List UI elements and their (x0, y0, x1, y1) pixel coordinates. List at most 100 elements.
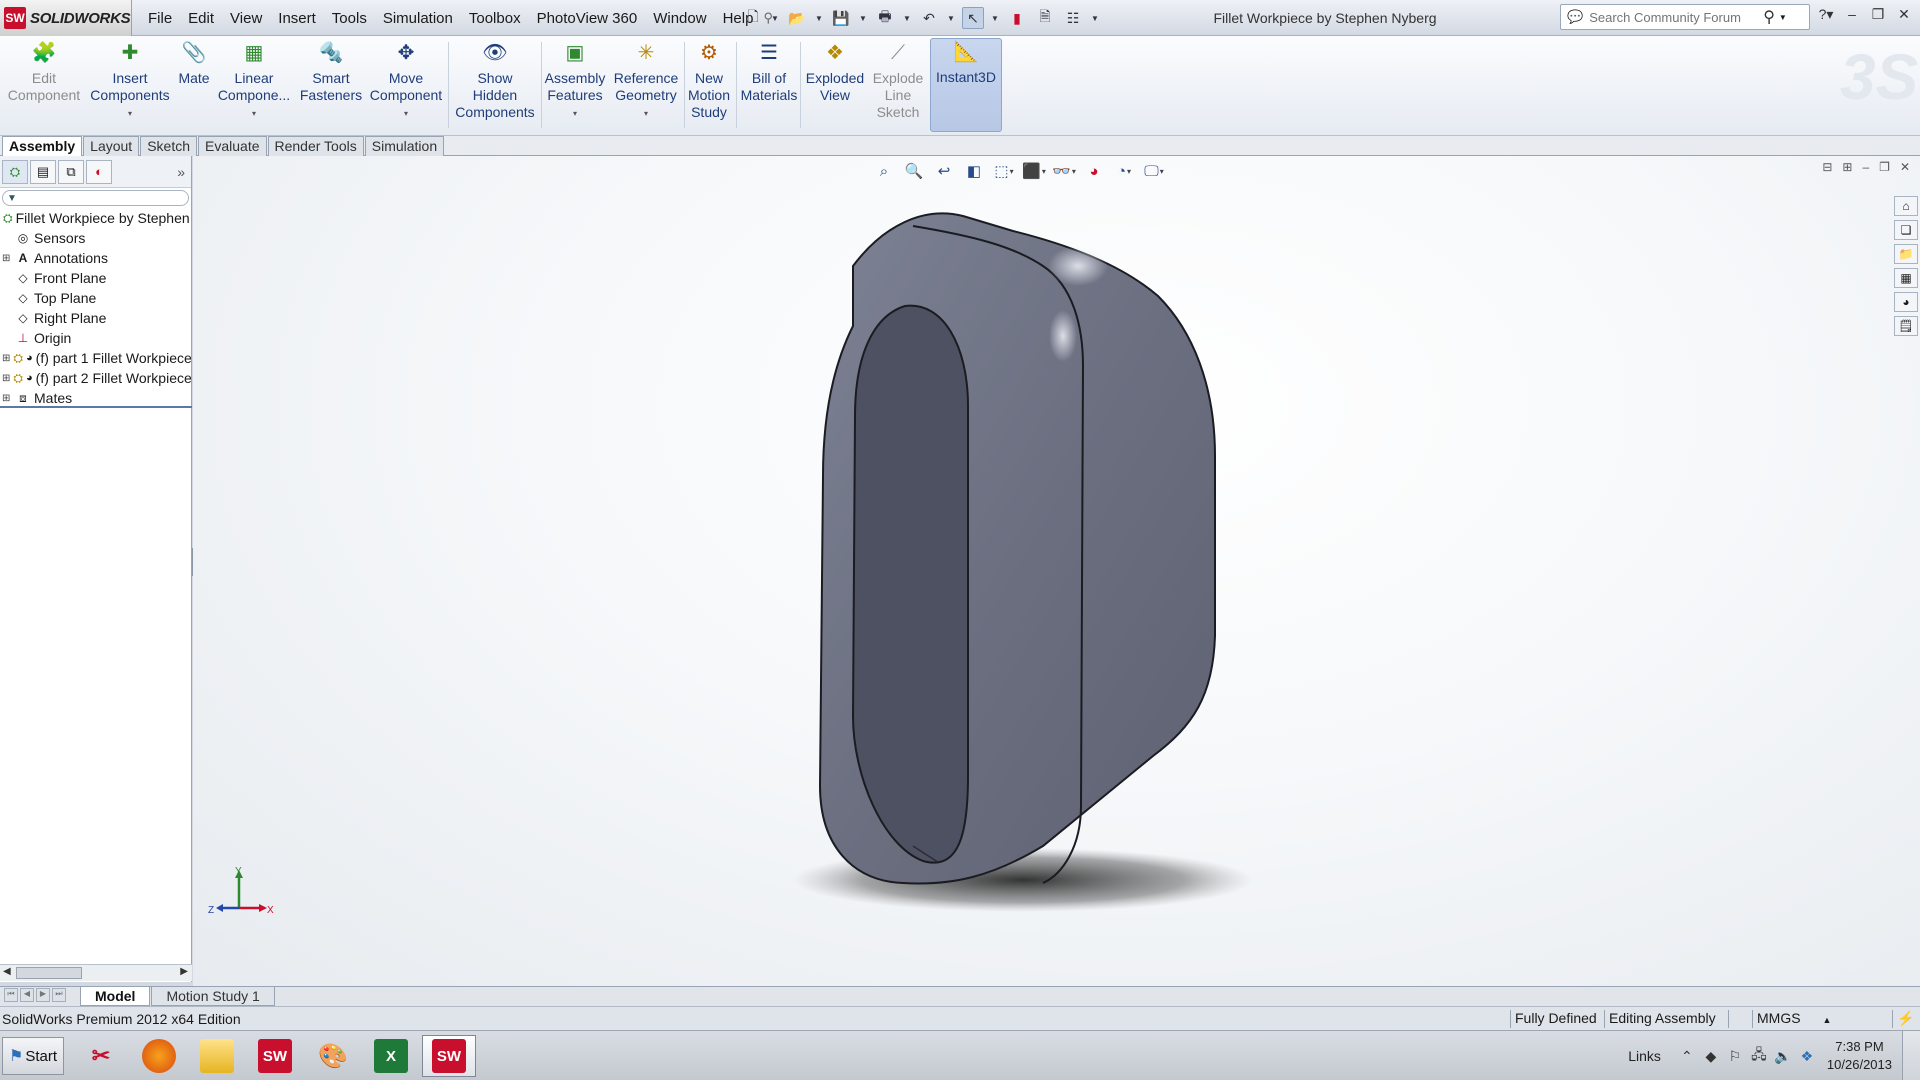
close-icon[interactable]: ✕ (1894, 4, 1914, 24)
options-icon[interactable]: ☷ (1062, 7, 1084, 29)
insert-components-button[interactable]: ✚ Insert Components ▾ (88, 40, 172, 132)
property-manager-icon[interactable]: ▤ (30, 159, 56, 184)
tab-render-tools[interactable]: Render Tools (267, 136, 364, 156)
tab-evaluate[interactable]: Evaluate (198, 136, 267, 156)
tree-item-sensors[interactable]: ◎ Sensors (0, 228, 191, 248)
taskbar-paint[interactable]: 🎨 (306, 1035, 360, 1077)
expand-plus-icon[interactable]: ⊞ (2, 253, 12, 264)
model-pocket[interactable] (851, 304, 969, 864)
save-icon[interactable]: 💾 (830, 7, 852, 29)
taskbar-solidworks-active[interactable]: SW (422, 1035, 476, 1077)
tree-root-assembly[interactable]: ⛭ Fillet Workpiece by Stephen Nyberg (0, 208, 191, 228)
search-input[interactable] (1589, 9, 1760, 25)
start-button[interactable]: ⚑ Start (2, 1037, 64, 1075)
new-dropdown-icon[interactable]: ▼ (770, 7, 780, 29)
menu-file[interactable]: File (140, 10, 180, 27)
file-properties-icon[interactable]: 🗎 (1034, 7, 1056, 29)
configuration-manager-icon[interactable]: ⧉ (58, 159, 84, 184)
tab-layout[interactable]: Layout (83, 136, 140, 156)
move-component-button[interactable]: ✥ Move Component ▾ (368, 40, 444, 132)
scroll-right-icon[interactable]: ▶ (180, 966, 188, 977)
show-desktop-button[interactable] (1902, 1031, 1920, 1080)
exploded-view-button[interactable]: ❖ Exploded View (804, 40, 866, 132)
search-box[interactable]: 💬 ⚲ ▼ (1560, 4, 1810, 30)
linear-component-pattern-button[interactable]: ▦ Linear Compone... ▾ (214, 40, 294, 132)
tab-sketch[interactable]: Sketch (140, 136, 198, 156)
menu-simulation[interactable]: Simulation (375, 10, 461, 27)
chevron-down-icon[interactable]: ▾ (128, 105, 132, 122)
menu-insert[interactable]: Insert (270, 10, 324, 27)
taskbar-excel[interactable]: X (364, 1035, 418, 1077)
rebuild-status-icon[interactable]: ⚡ (1892, 1010, 1918, 1028)
network-icon[interactable]: 🖧 (1747, 1044, 1771, 1068)
new-motion-study-button[interactable]: ⚙ New Motion Study (686, 40, 732, 132)
save-dropdown-icon[interactable]: ▼ (858, 7, 868, 29)
rebuild-traffic-light-icon[interactable]: ▮ (1006, 7, 1028, 29)
open-dropdown-icon[interactable]: ▼ (814, 7, 824, 29)
links-toolbar[interactable]: Links (1628, 1048, 1661, 1064)
tree-item-annotations[interactable]: ⊞ A Annotations (0, 248, 191, 268)
undo-dropdown-icon[interactable]: ▼ (946, 7, 956, 29)
print-icon[interactable]: 🖶 (874, 7, 896, 29)
scroll-left-icon[interactable]: ◀ (3, 966, 11, 977)
tree-filter[interactable]: ▼ (2, 190, 189, 206)
show-hidden-components-button[interactable]: 👁 Show Hidden Components (452, 40, 538, 132)
action-center-icon[interactable]: ◆ (1699, 1048, 1723, 1065)
solidworks-logo[interactable]: SW SOLIDWORKS (0, 0, 132, 36)
chevron-down-icon[interactable]: ▾ (573, 105, 577, 122)
tree-item-mates[interactable]: ⊞ ⧈ Mates (0, 388, 191, 408)
display-manager-icon[interactable]: ◐ (86, 159, 112, 184)
scrollbar-thumb[interactable] (16, 967, 82, 979)
tree-item-right-plane[interactable]: ◇ Right Plane (0, 308, 191, 328)
taskbar-firefox[interactable] (132, 1035, 186, 1077)
expand-panel-icon[interactable]: » (177, 164, 185, 180)
tree-horizontal-scrollbar[interactable]: ◀ ▶ (0, 964, 192, 981)
menu-toolbox[interactable]: Toolbox (461, 10, 529, 27)
show-hidden-icons-icon[interactable]: ⌃ (1675, 1048, 1699, 1065)
tree-item-part-1[interactable]: ⊞ ⛭ ◕ (f) part 1 Fillet Workpiece (0, 348, 191, 368)
minimize-icon[interactable]: – (1842, 4, 1862, 24)
tab-model[interactable]: Model (80, 987, 151, 1006)
explode-line-sketch-button[interactable]: ⟋ Explode Line Sketch (870, 40, 926, 132)
flag-notification-icon[interactable]: ⚐ (1723, 1048, 1747, 1065)
feature-manager-tree-icon[interactable]: ⛭ (2, 159, 28, 184)
help-icon[interactable]: ?▾ (1816, 4, 1836, 24)
tab-assembly[interactable]: Assembly (2, 136, 83, 156)
select-dropdown-icon[interactable]: ▼ (990, 7, 1000, 29)
taskbar-file-explorer[interactable] (190, 1035, 244, 1077)
next-tab-icon[interactable]: ▶ (36, 987, 50, 1002)
tab-simulation[interactable]: Simulation (364, 136, 445, 156)
volume-icon[interactable]: 🔈 (1771, 1048, 1795, 1065)
expand-plus-icon[interactable]: ⊞ (2, 353, 10, 364)
tree-item-top-plane[interactable]: ◇ Top Plane (0, 288, 191, 308)
menu-tools[interactable]: Tools (324, 10, 375, 27)
search-dropdown-icon[interactable]: ▼ (1779, 13, 1787, 22)
tab-motion-study-1[interactable]: Motion Study 1 (151, 987, 275, 1006)
tree-item-front-plane[interactable]: ◇ Front Plane (0, 268, 191, 288)
dropbox-icon[interactable]: ❖ (1795, 1048, 1819, 1065)
open-folder-icon[interactable]: 📂 (786, 7, 808, 29)
chevron-down-icon[interactable]: ▾ (644, 105, 648, 122)
menu-view[interactable]: View (222, 10, 270, 27)
taskbar-solidworks-launcher[interactable]: SW (248, 1035, 302, 1077)
tree-item-part-2[interactable]: ⊞ ⛭ ◕ (f) part 2 Fillet Workpiece (0, 368, 191, 388)
first-tab-icon[interactable]: ⏮ (4, 987, 18, 1002)
print-dropdown-icon[interactable]: ▼ (902, 7, 912, 29)
graphics-area[interactable]: ⌕ 🔍 ↩ ◧ ⬚ ⬛ 👓 ◕ ◔ 🖵 ⊟ ⊞ – ❐ ✕ ⌂ ❏ 📁 ▦ ◕ … (193, 156, 1920, 986)
prev-tab-icon[interactable]: ◀ (20, 987, 34, 1002)
chevron-down-icon[interactable]: ▾ (404, 105, 408, 122)
tree-item-origin[interactable]: ⊥ Origin (0, 328, 191, 348)
select-pointer-icon[interactable]: ↖ (962, 7, 984, 29)
reference-geometry-button[interactable]: ✳ Reference Geometry ▾ (610, 40, 682, 132)
undo-icon[interactable]: ↶ (918, 7, 940, 29)
instant3d-button[interactable]: 📐 Instant3D (930, 38, 1002, 132)
expand-plus-icon[interactable]: ⊞ (2, 393, 12, 404)
smart-fasteners-button[interactable]: 🔩 Smart Fasteners (298, 40, 364, 132)
edit-component-button[interactable]: 🧩 Edit Component (4, 40, 84, 132)
assembly-features-button[interactable]: ▣ Assembly Features ▾ (544, 40, 606, 132)
mate-button[interactable]: 📎 Mate (176, 40, 212, 132)
units-selector[interactable]: MMGS ▲ (1752, 1010, 1835, 1028)
bill-of-materials-button[interactable]: ☰ Bill of Materials (740, 40, 798, 132)
options-dropdown-icon[interactable]: ▼ (1090, 7, 1100, 29)
menu-photoview[interactable]: PhotoView 360 (529, 10, 646, 27)
